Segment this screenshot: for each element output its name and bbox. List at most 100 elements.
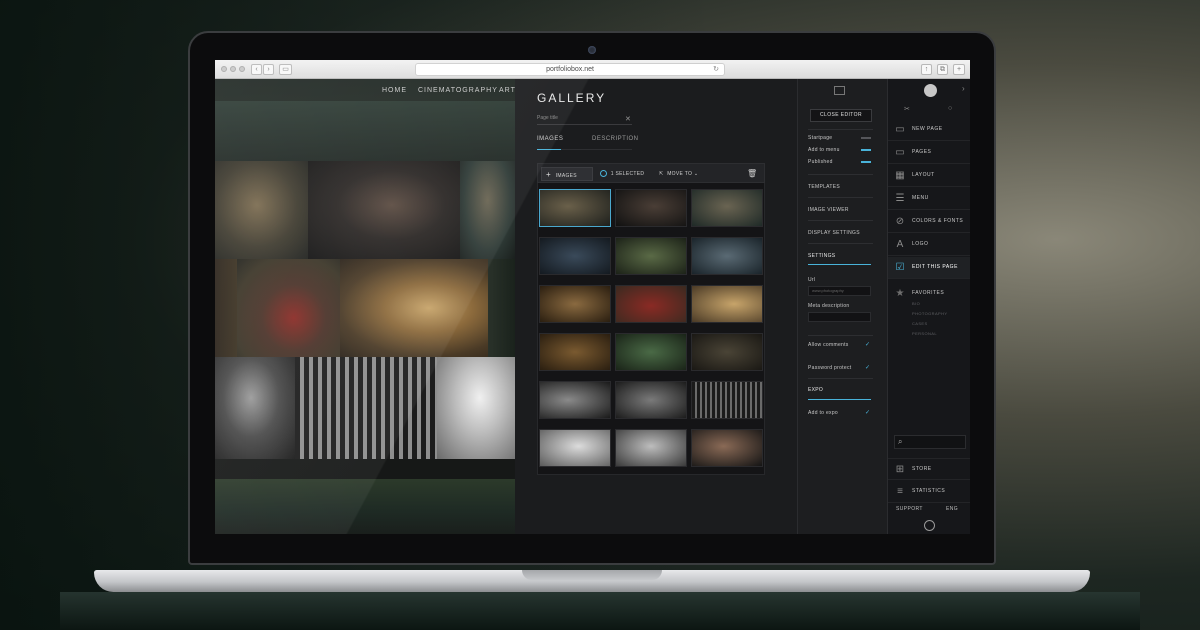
chevron-right-icon[interactable]: ›: [962, 84, 965, 93]
thumbnail[interactable]: [539, 381, 611, 419]
window-minimize-dot[interactable]: [230, 66, 236, 72]
photo-forest-light[interactable]: [340, 259, 488, 357]
photo-man-crouching[interactable]: [215, 357, 295, 459]
photo-portrait-headdress[interactable]: [215, 161, 308, 259]
thumbnail[interactable]: [615, 333, 687, 371]
menu-item-label: COLORS & FONTS: [912, 218, 964, 224]
url-input[interactable]: www.photography: [808, 286, 871, 296]
add-to-expo-check-icon[interactable]: ✓: [865, 409, 870, 416]
thumbnail[interactable]: [615, 237, 687, 275]
menu-item-label: EDIT THIS PAGE: [912, 264, 958, 270]
toggle-add-to-menu-label: Add to menu: [808, 147, 840, 153]
section-display-settings[interactable]: DISPLAY SETTINGS: [808, 230, 860, 236]
nav-cinematography[interactable]: CINEMATOGRAPHY: [418, 87, 498, 94]
thumbnail[interactable]: [539, 285, 611, 323]
divider: [808, 220, 873, 221]
thumbnail[interactable]: [539, 333, 611, 371]
address-bar[interactable]: portfoliobox.net ↻: [415, 63, 725, 76]
toggle-published[interactable]: [861, 161, 871, 163]
comment-icon: [834, 86, 845, 95]
close-editor-button[interactable]: CLOSE EDITOR: [810, 109, 872, 122]
favorite-cases[interactable]: CASES: [912, 321, 928, 326]
trash-icon[interactable]: 🗑: [747, 167, 757, 181]
share-icon[interactable]: ↑: [921, 64, 932, 75]
tab-description[interactable]: DESCRIPTION: [592, 136, 639, 142]
url-value: www.photography: [812, 288, 844, 293]
back-icon[interactable]: ‹: [251, 64, 262, 75]
favorites-label[interactable]: FAVORITES: [912, 290, 944, 296]
section-settings[interactable]: SETTINGS: [808, 253, 835, 259]
photo-hooded-man[interactable]: [308, 161, 460, 259]
section-templates[interactable]: TEMPLATES: [808, 184, 840, 190]
photo-red-dress-sea[interactable]: [237, 259, 340, 357]
tabs-icon[interactable]: ⧉: [937, 64, 948, 75]
favorites-group: ★ FAVORITES BIO PHOTOGRAPHY CASES PERSON…: [888, 280, 970, 340]
photo-edge[interactable]: [215, 259, 237, 357]
thumbnail[interactable]: [615, 381, 687, 419]
camera-icon: [588, 46, 596, 54]
thumbnail[interactable]: [615, 429, 687, 467]
nav-art[interactable]: ART: [499, 87, 516, 94]
menu-item-colors-fonts[interactable]: ⊘ COLORS & FONTS: [888, 211, 970, 233]
selected-count[interactable]: 1 SELECTED: [600, 167, 644, 181]
sidebar-icon[interactable]: ▭: [279, 64, 292, 75]
favorite-bio[interactable]: BIO: [912, 301, 920, 306]
add-images-button[interactable]: + IMAGES: [541, 167, 593, 181]
thumbnail[interactable]: [539, 429, 611, 467]
move-icon: ⇱: [659, 171, 664, 177]
window-close-dot[interactable]: [221, 66, 227, 72]
menu-item-new-page[interactable]: ▭ NEW PAGE: [888, 119, 970, 141]
move-to-button[interactable]: ⇱ MOVE TO ⌄: [659, 167, 698, 181]
tab-images[interactable]: IMAGES: [537, 136, 563, 142]
reload-icon[interactable]: ↻: [713, 64, 719, 75]
logo-icon: [924, 84, 937, 97]
thumbnail[interactable]: [615, 285, 687, 323]
thumbnail[interactable]: [691, 189, 763, 227]
menu-item-layout[interactable]: ▦ LAYOUT: [888, 165, 970, 187]
forward-icon[interactable]: ›: [263, 64, 274, 75]
menu-item-statistics[interactable]: ≡ STATISTICS: [888, 481, 970, 503]
thumbnail[interactable]: [539, 189, 611, 227]
new-tab-icon[interactable]: +: [953, 64, 965, 75]
menu-item-store[interactable]: ⊞ STORE: [888, 458, 970, 480]
favorite-personal[interactable]: PERSONAL: [912, 331, 937, 336]
meta-description-input[interactable]: [808, 312, 871, 322]
section-image-viewer[interactable]: IMAGE VIEWER: [808, 207, 849, 213]
menu-item-pages[interactable]: ▭ PAGES: [888, 142, 970, 164]
toggle-add-to-menu[interactable]: [861, 149, 871, 151]
window-zoom-dot[interactable]: [239, 66, 245, 72]
thumbnail[interactable]: [539, 237, 611, 275]
thumbnail[interactable]: [691, 285, 763, 323]
clear-icon[interactable]: ✕: [625, 115, 631, 123]
nav-home[interactable]: HOME: [382, 87, 407, 94]
menu-item-menu[interactable]: ☰ MENU: [888, 188, 970, 210]
photo-woman-white[interactable]: [437, 357, 515, 459]
statistics-icon: ≡: [897, 486, 903, 497]
menu-item-logo[interactable]: A LOGO: [888, 234, 970, 256]
search-input[interactable]: ⌕: [894, 435, 966, 449]
thumbnail[interactable]: [691, 381, 763, 419]
thumbnail[interactable]: [691, 237, 763, 275]
support-link[interactable]: SUPPORT: [896, 506, 923, 512]
thumbnail[interactable]: [691, 333, 763, 371]
table-surface: [60, 592, 1140, 630]
menu-item-edit-this-page[interactable]: ☑ EDIT THIS PAGE: [888, 257, 970, 279]
photo-striped-wall[interactable]: [295, 357, 437, 459]
circle-icon[interactable]: ○: [948, 105, 952, 112]
toggle-startpage[interactable]: [861, 137, 871, 139]
selected-label: 1 SELECTED: [610, 171, 645, 177]
power-icon[interactable]: [924, 520, 935, 531]
tools-icon[interactable]: ✂: [904, 105, 910, 113]
menu-icon: ☰: [895, 193, 905, 204]
editor-menu: › ✂ ○ ▭ NEW PAGE ▭ PAGES ▦ LAYOUT ☰ MENU…: [887, 79, 970, 534]
photo-portrait-blue[interactable]: [460, 161, 515, 259]
allow-comments-check-icon[interactable]: ✓: [865, 341, 870, 348]
language-selector[interactable]: ENG: [946, 506, 958, 512]
thumbnail[interactable]: [615, 189, 687, 227]
password-protect-check-icon[interactable]: ✓: [865, 364, 870, 371]
favorite-photography[interactable]: PHOTOGRAPHY: [912, 311, 947, 316]
photo-dark-forest[interactable]: [488, 259, 515, 357]
star-icon: ★: [895, 288, 905, 299]
page-title-input[interactable]: Page title: [537, 115, 632, 125]
thumbnail[interactable]: [691, 429, 763, 467]
